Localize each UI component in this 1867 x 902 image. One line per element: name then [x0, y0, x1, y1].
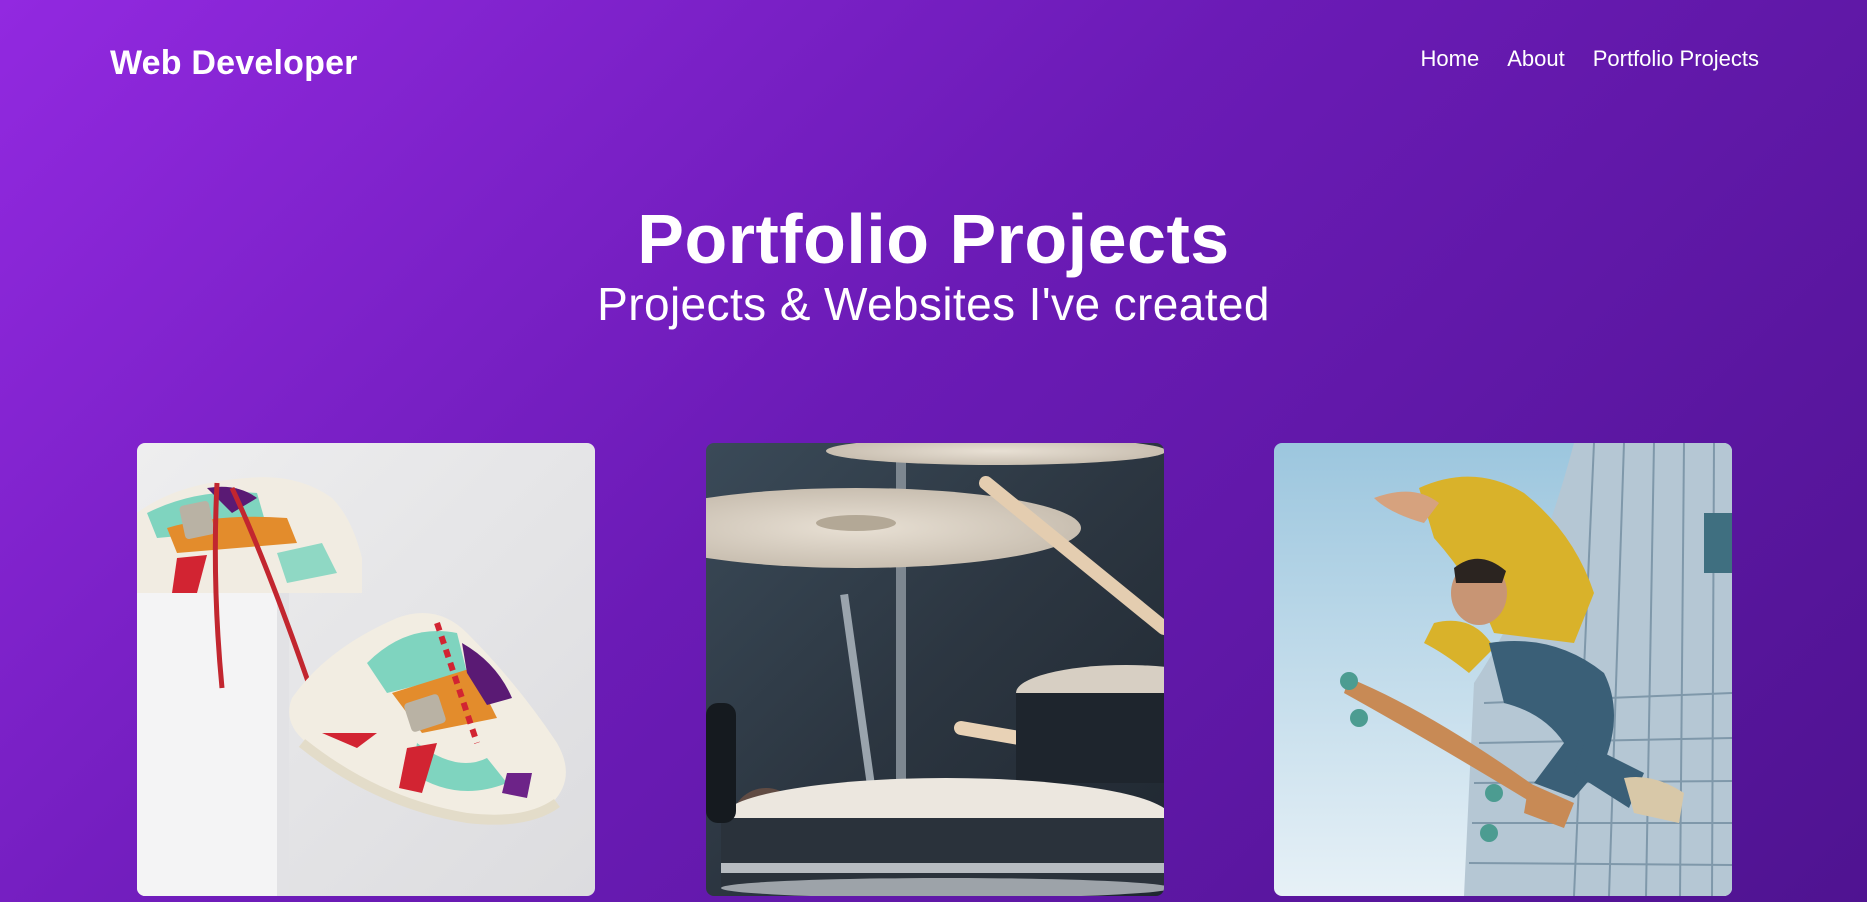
project-card-skateboarder[interactable]	[1274, 443, 1732, 896]
sneakers-photo	[137, 443, 595, 896]
skateboarder-photo	[1274, 443, 1732, 896]
drum-kit-photo	[706, 443, 1164, 896]
nav-link-about[interactable]: About	[1507, 44, 1565, 74]
hero-section: Portfolio Projects Projects & Websites I…	[0, 198, 1867, 332]
page-subtitle: Projects & Websites I've created	[597, 278, 1270, 330]
project-card-sneakers[interactable]	[137, 443, 595, 896]
brand-logo-link[interactable]: Web Developer	[110, 44, 358, 83]
main-nav: Home About Portfolio Projects	[1421, 44, 1759, 74]
project-grid	[137, 443, 1732, 896]
project-card-drums[interactable]	[706, 443, 1164, 896]
page-title: Portfolio Projects	[637, 200, 1230, 278]
nav-link-portfolio-projects[interactable]: Portfolio Projects	[1593, 44, 1759, 74]
nav-link-home[interactable]: Home	[1421, 44, 1480, 74]
site-header: Web Developer Home About Portfolio Proje…	[0, 0, 1867, 130]
